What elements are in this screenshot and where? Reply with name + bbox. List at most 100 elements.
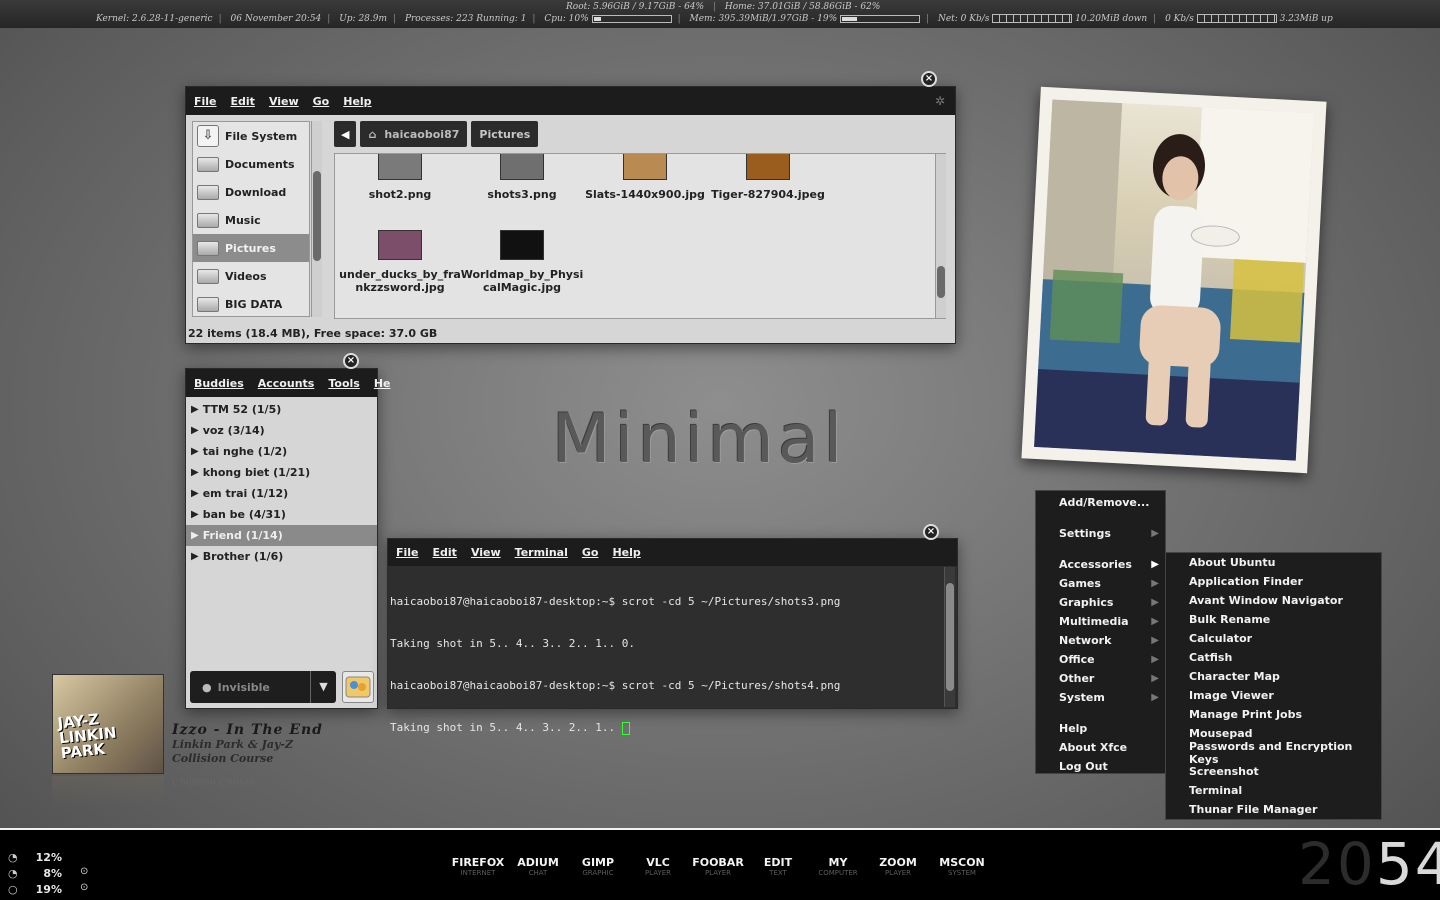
terminal-scrollbar[interactable] xyxy=(944,567,955,707)
file-item[interactable]: Tiger-827904.jpeg xyxy=(706,154,830,201)
sidebar-item-big-data[interactable]: BIG DATA xyxy=(193,290,309,316)
menu-item-accessories[interactable]: Accessories ▶ xyxy=(1036,555,1165,574)
gear-icon[interactable]: ✲ xyxy=(935,94,945,108)
image-thumbnail xyxy=(378,154,422,180)
expander-icon: ▶ xyxy=(191,509,199,520)
launcher-mscon[interactable]: MSCON SYSTEM xyxy=(932,856,992,877)
launcher-my-computer[interactable]: MY COMPUTER xyxy=(808,856,868,877)
menu-item-add-remove[interactable]: Add/Remove... xyxy=(1036,493,1165,512)
menu-edit[interactable]: Edit xyxy=(433,546,457,559)
buddy-group[interactable]: ▶ TTM 52 (1/5) xyxy=(186,399,377,420)
launcher-gimp[interactable]: GIMP GRAPHIC xyxy=(568,856,628,877)
menu-item-screenshot[interactable]: Screenshot xyxy=(1166,762,1381,781)
file-item[interactable]: Slats-1440x900.jpg xyxy=(583,154,707,201)
menu-item-image-viewer[interactable]: Image Viewer xyxy=(1166,686,1381,705)
sidebar-scrollbar[interactable] xyxy=(311,121,322,317)
upload-graph xyxy=(1196,14,1277,23)
file-item[interactable]: Worldmap_by_Physi calMagic.jpg xyxy=(460,230,584,294)
menu-item-about-ubuntu[interactable]: About Ubuntu xyxy=(1166,553,1381,572)
menu-item-avant-window-navigator[interactable]: Avant Window Navigator xyxy=(1166,591,1381,610)
drive-icon: ⇩ xyxy=(197,125,219,147)
buddy-group[interactable]: ▶ ban be (4/31) xyxy=(186,504,377,525)
menu-item-manage-print-jobs[interactable]: Manage Print Jobs xyxy=(1166,705,1381,724)
sidebar-item-videos[interactable]: Videos xyxy=(193,262,309,290)
menu-item-other[interactable]: Other ▶ xyxy=(1036,669,1165,688)
image-thumbnail xyxy=(746,154,790,180)
buddy-group[interactable]: ▶ Brother (1/6) xyxy=(186,546,377,567)
sidebar-item-pictures[interactable]: Pictures xyxy=(193,234,309,262)
menu-item-graphics[interactable]: Graphics ▶ xyxy=(1036,593,1165,612)
launcher-vlc[interactable]: VLC PLAYER xyxy=(628,856,688,877)
sidebar-item-music[interactable]: Music xyxy=(193,206,309,234)
menu-item-office[interactable]: Office ▶ xyxy=(1036,650,1165,669)
menu-file[interactable]: File xyxy=(396,546,419,559)
file-item[interactable]: shots3.png xyxy=(460,154,584,201)
menu-accounts[interactable]: Accounts xyxy=(258,377,315,390)
menu-item-log-out[interactable]: Log Out xyxy=(1036,757,1165,776)
menu-item-network[interactable]: Network ▶ xyxy=(1036,631,1165,650)
menu-terminal[interactable]: Terminal xyxy=(515,546,568,559)
menu-help[interactable]: He xyxy=(374,377,391,390)
launcher-edit[interactable]: EDIT TEXT xyxy=(748,856,808,877)
terminal-output[interactable]: haicaoboi87@haicaoboi87-desktop:~$ scrot… xyxy=(390,567,942,763)
menu-item-passwords-keys[interactable]: Passwords and Encryption Keys xyxy=(1166,740,1381,766)
menu-item-calculator[interactable]: Calculator xyxy=(1166,629,1381,648)
menu-edit[interactable]: Edit xyxy=(231,95,255,108)
menu-go[interactable]: Go xyxy=(313,95,330,108)
launcher-foobar[interactable]: FOOBAR PLAYER xyxy=(688,856,748,877)
menu-item-about-xfce[interactable]: About Xfce xyxy=(1036,738,1165,757)
menu-item-character-map[interactable]: Character Map xyxy=(1166,667,1381,686)
photo-image xyxy=(1034,99,1314,461)
buddy-group[interactable]: ▶ em trai (1/12) xyxy=(186,483,377,504)
menu-item-application-finder[interactable]: Application Finder xyxy=(1166,572,1381,591)
close-icon[interactable]: × xyxy=(921,71,937,87)
menu-go[interactable]: Go xyxy=(582,546,599,559)
track-album: Collision Course xyxy=(172,752,274,765)
path-home-button[interactable]: ⌂ haicaoboi87 xyxy=(360,121,468,147)
path-pictures-button[interactable]: Pictures xyxy=(471,121,539,147)
close-icon[interactable]: × xyxy=(343,353,359,369)
menu-item-bulk-rename[interactable]: Bulk Rename xyxy=(1166,610,1381,629)
launcher-zoom[interactable]: ZOOM PLAYER xyxy=(868,856,928,877)
launcher-adium[interactable]: ADIUM CHAT xyxy=(508,856,568,877)
buddy-group[interactable]: ▶ voz (3/14) xyxy=(186,420,377,441)
menu-item-help[interactable]: Help xyxy=(1036,719,1165,738)
cpu-icon: ◔ xyxy=(8,867,18,880)
disk-usage-row: Root: 5.96GiB / 9.17GiB - 64% | Home: 37… xyxy=(566,2,881,12)
menu-item-settings[interactable]: Settings ▶ xyxy=(1036,524,1165,543)
launcher-firefox[interactable]: FIREFOX INTERNET xyxy=(448,856,508,877)
buddy-icon-button[interactable] xyxy=(342,671,374,703)
menu-help[interactable]: Help xyxy=(343,95,371,108)
back-button[interactable]: ◀ xyxy=(334,121,357,147)
file-item[interactable]: under_ducks_by_fra nkzzsword.jpg xyxy=(338,230,462,294)
menu-item-games[interactable]: Games ▶ xyxy=(1036,574,1165,593)
download-graph xyxy=(992,14,1073,23)
system-stats-row: Kernel: 2.6.28-11-generic | 06 November 2… xyxy=(96,14,1333,24)
status-selector[interactable]: ● Invisible ▼ xyxy=(190,671,336,703)
cpu-bar xyxy=(591,14,672,23)
buddy-group-selected[interactable]: ▶ Friend (1/14) xyxy=(186,525,377,546)
sidebar-item-documents[interactable]: Documents xyxy=(193,150,309,178)
chevron-down-icon[interactable]: ▼ xyxy=(310,671,336,703)
menu-buddies[interactable]: Buddies xyxy=(194,377,244,390)
menu-item-thunar[interactable]: Thunar File Manager xyxy=(1166,800,1381,819)
file-item[interactable]: shot2.png xyxy=(338,154,462,201)
menu-item-system[interactable]: System ▶ xyxy=(1036,688,1165,707)
menu-view[interactable]: View xyxy=(269,95,299,108)
photo-frame-widget xyxy=(1021,84,1327,476)
home-icon: ⌂ xyxy=(368,127,377,141)
menu-item-multimedia[interactable]: Multimedia ▶ xyxy=(1036,612,1165,631)
buddy-group[interactable]: ▶ khong biet (1/21) xyxy=(186,462,377,483)
menu-tools[interactable]: Tools xyxy=(328,377,359,390)
menu-item-terminal[interactable]: Terminal xyxy=(1166,781,1381,800)
sidebar-item-download[interactable]: Download xyxy=(193,178,309,206)
sidebar-item-file-system[interactable]: ⇩ File System xyxy=(193,122,309,150)
menu-view[interactable]: View xyxy=(471,546,501,559)
buddy-group[interactable]: ▶ tai nghe (1/2) xyxy=(186,441,377,462)
menu-item-catfish[interactable]: Catfish xyxy=(1166,648,1381,667)
file-view-scrollbar[interactable] xyxy=(935,154,946,318)
folder-icon xyxy=(197,184,219,200)
close-icon[interactable]: × xyxy=(923,524,939,540)
menu-file[interactable]: File xyxy=(194,95,217,108)
menu-help[interactable]: Help xyxy=(612,546,640,559)
